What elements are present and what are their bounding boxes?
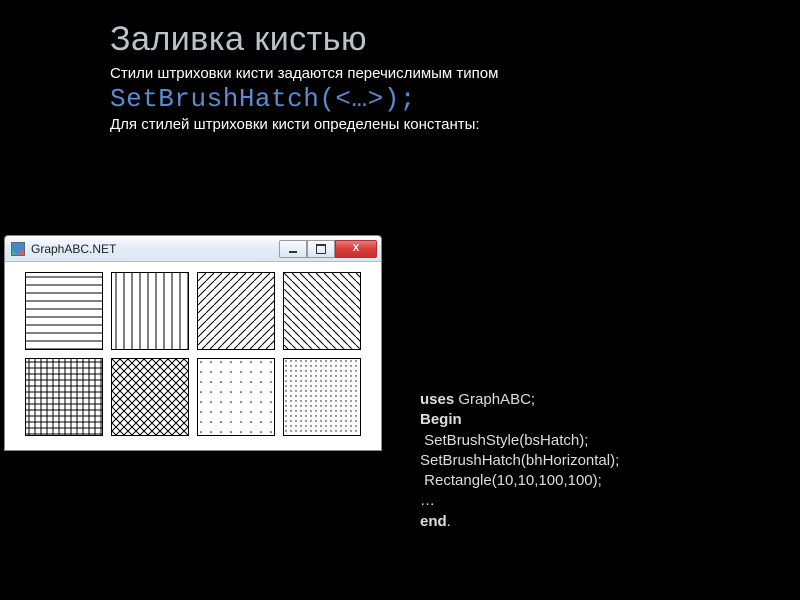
inline-code: SetBrushHatch(<…>);	[110, 84, 770, 114]
demo-window: GraphABC.NET X	[4, 235, 382, 451]
code-text: .	[447, 513, 451, 530]
code-block: uses GraphABC; Begin SetBrushStyle(bsHat…	[420, 390, 742, 532]
window-buttons: X	[279, 240, 377, 258]
window-close-button[interactable]: X	[335, 240, 377, 258]
window-titlebar[interactable]: GraphABC.NET X	[5, 236, 381, 262]
hatch-diagonal-cross	[111, 358, 189, 436]
subheading-2: Для стилей штриховки кисти определены ко…	[110, 116, 770, 133]
code-line-1: uses GraphABC;	[420, 390, 742, 410]
hatch-forward-diagonal	[197, 272, 275, 350]
hatch-grid	[5, 262, 381, 450]
code-line-3: SetBrushStyle(bsHatch);	[420, 431, 742, 451]
keyword-begin: Begin	[420, 411, 462, 428]
code-text: GraphABC;	[454, 391, 535, 408]
window-maximize-button[interactable]	[307, 240, 335, 258]
code-line-7: …	[420, 491, 742, 511]
code-line-8: end.	[420, 512, 742, 532]
hatch-horizontal	[25, 272, 103, 350]
hatch-vertical	[111, 272, 189, 350]
hatch-sparse-dot	[197, 358, 275, 436]
subheading-1: Стили штриховки кисти задаются перечисли…	[110, 65, 770, 82]
keyword-uses: uses	[420, 391, 454, 408]
window-minimize-button[interactable]	[279, 240, 307, 258]
hatch-dense-dot	[283, 358, 361, 436]
hatch-backward-diagonal	[283, 272, 361, 350]
slide-title: Заливка кистью	[110, 20, 770, 59]
hatch-cross	[25, 358, 103, 436]
code-line-2: Begin	[420, 410, 742, 430]
code-line-6: Rectangle(10,10,100,100);	[420, 471, 742, 491]
keyword-end: end	[420, 513, 447, 530]
window-title: GraphABC.NET	[31, 242, 116, 256]
app-icon	[11, 242, 25, 256]
code-line-5: SetBrushHatch(bhHorizontal);	[420, 451, 742, 471]
